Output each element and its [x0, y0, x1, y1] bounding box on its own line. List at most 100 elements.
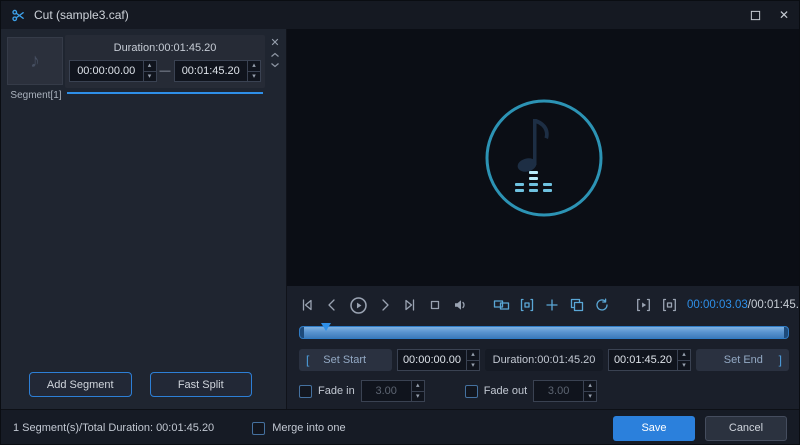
clip-end-handle[interactable] [784, 327, 788, 338]
set-start-button[interactable]: [ Set Start [299, 349, 392, 371]
chevron-up-icon [271, 52, 279, 57]
segment-move-up-button[interactable] [270, 51, 280, 59]
fade-out-label: Fade out [483, 385, 528, 397]
add-segment-toolbar-button[interactable] [544, 297, 560, 313]
segment-duration-label: Duration:00:01:45.20 [113, 42, 217, 54]
add-segment-button[interactable]: Add Segment [29, 372, 132, 397]
previous-button[interactable] [324, 297, 340, 313]
play-circle-icon [350, 296, 367, 314]
next-button[interactable] [377, 297, 393, 313]
segment-editor: Duration:00:01:45.20 00:00:00.00 ▴ ▾ — 0… [65, 35, 265, 88]
plus-icon [546, 299, 558, 311]
chevron-left-icon [328, 299, 335, 311]
spinner-buttons: ▴ ▾ [247, 61, 260, 81]
spin-up-icon[interactable]: ▴ [144, 61, 156, 71]
playback-toolbar: 00:00:03.03/00:01:45.20 [299, 293, 799, 317]
cut-dialog-window: Cut (sample3.caf) ✕ ♪ Duration:00:01:45.… [0, 0, 800, 445]
reset-button[interactable] [594, 297, 610, 313]
window-controls: ✕ [750, 8, 789, 22]
fade-out-input[interactable]: 3.00 ▴ ▾ [533, 380, 598, 402]
timeline[interactable] [299, 323, 789, 340]
bracket-right-icon: ] [778, 353, 782, 367]
play-clip-icon [637, 298, 650, 312]
spin-up-icon[interactable]: ▴ [412, 381, 424, 391]
stop-clip-button[interactable] [661, 297, 678, 313]
spinner-buttons: ▴ ▾ [466, 350, 479, 370]
spin-down-icon[interactable]: ▾ [411, 390, 424, 402]
frame-capture-button[interactable] [519, 297, 535, 313]
trim-duration-label: Duration:00:01:45.20 [485, 349, 603, 371]
spin-up-icon[interactable]: ▴ [467, 350, 479, 360]
timeline-track[interactable] [299, 326, 789, 339]
go-start-button[interactable] [299, 297, 315, 313]
music-note-icon: ♪ [30, 49, 40, 72]
set-end-button[interactable]: Set End ] [696, 349, 789, 371]
fast-split-button[interactable]: Fast Split [149, 372, 252, 397]
total-time: /00:01:45.20 [747, 299, 799, 311]
merge-option: Merge into one [252, 421, 346, 435]
reset-icon [596, 298, 608, 311]
player-controls: 00:00:03.03/00:01:45.20 [ Set Start 00:0… [287, 286, 799, 409]
segment-end-input[interactable]: 00:01:45.20 ▴ ▾ [173, 60, 261, 82]
go-end-button[interactable] [402, 297, 418, 313]
current-time: 00:00:03.03 [687, 299, 748, 311]
spin-down-icon[interactable]: ▾ [248, 70, 260, 82]
maximize-icon [750, 10, 761, 20]
clip-start-handle[interactable] [300, 327, 304, 338]
play-clip-button[interactable] [635, 297, 652, 313]
close-button[interactable]: ✕ [779, 8, 789, 22]
spin-up-icon[interactable]: ▴ [248, 61, 260, 71]
fade-in-input[interactable]: 3.00 ▴ ▾ [360, 380, 425, 402]
segment-start-input[interactable]: 00:00:00.00 ▴ ▾ [69, 60, 157, 82]
spinner-buttons: ▴ ▾ [410, 381, 424, 402]
spin-up-icon[interactable]: ▴ [584, 381, 596, 391]
dual-display-icon [493, 300, 510, 310]
play-button[interactable] [349, 296, 368, 315]
chevron-right-icon [382, 299, 389, 311]
segment-summary: 1 Segment(s)/Total Duration: 00:01:45.20 [13, 422, 215, 434]
fade-in-label: Fade in [318, 385, 355, 397]
fade-in-checkbox[interactable] [299, 384, 312, 398]
fade-in-value: 3.00 [375, 385, 397, 397]
spinner-buttons: ▴ ▾ [142, 61, 156, 82]
save-button[interactable]: Save [613, 415, 695, 441]
copy-icon [570, 298, 584, 312]
segment-actions: Add Segment Fast Split [29, 372, 252, 397]
dual-preview-button[interactable] [493, 297, 510, 313]
spin-down-icon[interactable]: ▾ [143, 70, 156, 82]
merge-checkbox[interactable] [252, 421, 266, 435]
volume-button[interactable] [452, 297, 468, 313]
spin-down-icon[interactable]: ▾ [467, 359, 479, 371]
stop-icon [430, 300, 440, 310]
spinner-buttons: ▴ ▾ [583, 381, 597, 402]
segment-list-panel: ♪ Duration:00:01:45.20 00:00:00.00 ▴ ▾ —… [1, 29, 287, 409]
spinner-buttons: ▴ ▾ [677, 350, 690, 370]
segment-active-indicator [67, 92, 263, 94]
frame-capture-icon [520, 298, 534, 312]
fade-row: Fade in 3.00 ▴ ▾ Fade out 3.00 ▴ ▾ [299, 380, 789, 402]
spin-up-icon[interactable]: ▴ [678, 350, 690, 360]
titlebar: Cut (sample3.caf) ✕ [1, 1, 799, 29]
segment-name: Segment[1] [10, 90, 62, 101]
spin-down-icon[interactable]: ▾ [678, 359, 690, 371]
fade-out-checkbox[interactable] [464, 384, 478, 398]
trim-start-input[interactable]: 00:00:00.00 ▴ ▾ [397, 349, 480, 371]
segment-delete-button[interactable]: ✕ [270, 37, 279, 49]
copy-segment-button[interactable] [569, 297, 585, 313]
trim-end-input[interactable]: 00:01:45.20 ▴ ▾ [608, 349, 691, 371]
spin-down-icon[interactable]: ▾ [584, 390, 597, 402]
stop-button[interactable] [427, 297, 443, 313]
trim-start-value: 00:00:00.00 [402, 354, 462, 366]
cancel-button[interactable]: Cancel [705, 415, 787, 441]
segment-thumbnail[interactable]: ♪ [7, 37, 63, 85]
playhead[interactable] [321, 323, 331, 331]
trim-row: [ Set Start 00:00:00.00 ▴ ▾ Duration:00:… [299, 349, 789, 371]
skip-start-icon [302, 299, 312, 311]
window-title: Cut (sample3.caf) [34, 8, 129, 22]
segment-item-controls: ✕ [270, 37, 280, 69]
bracket-left-icon: [ [306, 353, 310, 367]
set-start-label: Set Start [323, 354, 367, 366]
maximize-button[interactable] [750, 10, 761, 21]
time-display: 00:00:03.03/00:01:45.20 [687, 299, 799, 311]
segment-move-down-button[interactable] [270, 61, 280, 69]
